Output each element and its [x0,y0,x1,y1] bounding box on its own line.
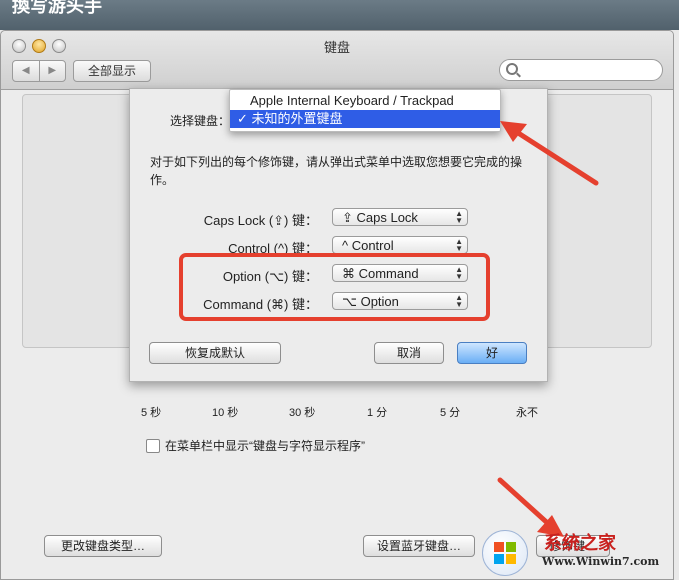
windows-logo-icon [482,530,528,576]
annotation-arrows [497,121,599,537]
watermark-brand: 系统之家 [544,533,616,554]
winwin7-watermark: 系统之家 Www.Winwin7.com [476,523,679,578]
watermark-url: Www.Winwin7.com [542,555,660,568]
arrow-to-menu [500,121,599,186]
